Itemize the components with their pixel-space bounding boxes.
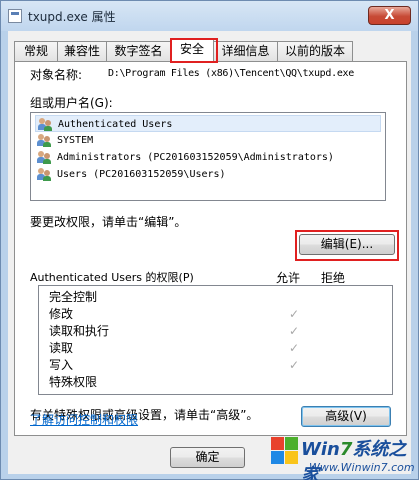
- watermark-url: Www.Winwin7.com: [309, 461, 415, 474]
- list-item-label: Authenticated Users: [58, 119, 173, 130]
- windows-logo-icon: [269, 435, 299, 465]
- window-title: txupd.exe 属性: [28, 10, 116, 24]
- groups-label: 组或用户名(G):: [30, 96, 113, 110]
- title-bar[interactable]: txupd.exe 属性 X: [1, 1, 418, 31]
- check-icon: ✓: [289, 358, 300, 372]
- dialog-client: 常规 兼容性 数字签名 安全 详细信息 以前的版本 对象名称: D:\Progr…: [8, 31, 411, 474]
- permission-modify: 修改: [49, 307, 74, 321]
- list-item[interactable]: SYSTEM: [35, 132, 381, 149]
- edit-button-highlight: [295, 230, 399, 261]
- close-button[interactable]: X: [368, 6, 411, 25]
- allow-column-header: 允许: [276, 271, 301, 285]
- list-item-label: Administrators (PC201603152059\Administr…: [57, 152, 334, 163]
- permission-full-control: 完全控制: [49, 290, 98, 304]
- tab-compatibility[interactable]: 兼容性: [57, 41, 107, 61]
- list-item[interactable]: Administrators (PC201603152059\Administr…: [35, 149, 381, 166]
- tab-digital-signatures[interactable]: 数字签名: [106, 41, 171, 61]
- users-group-icon: [37, 168, 53, 181]
- groups-listbox[interactable]: Authenticated Users SYSTEM Administrator…: [30, 112, 386, 201]
- check-icon: ✓: [289, 307, 300, 321]
- users-group-icon: [38, 118, 54, 131]
- properties-window: txupd.exe 属性 X 常规 兼容性 数字签名 安全 详细信息 以前的版本…: [0, 0, 419, 480]
- site-watermark: Win7系统之家 Www.Winwin7.com: [269, 431, 417, 480]
- object-name-value: D:\Program Files (x86)\Tencent\QQ\txupd.…: [108, 68, 354, 79]
- change-hint: 要更改权限，请单击“编辑”。: [30, 215, 187, 229]
- advanced-button[interactable]: 高级(V): [301, 406, 391, 427]
- permission-read: 读取: [49, 341, 74, 355]
- watermark-brand-seven: 7: [339, 439, 353, 460]
- list-item[interactable]: Authenticated Users: [35, 115, 381, 132]
- check-icon: ✓: [289, 324, 300, 338]
- list-item[interactable]: Users (PC201603152059\Users): [35, 166, 381, 183]
- tab-general[interactable]: 常规: [14, 41, 58, 61]
- watermark-brand-prefix: Win: [301, 439, 340, 460]
- permission-special: 特殊权限: [49, 375, 98, 389]
- list-item-label: SYSTEM: [57, 135, 94, 146]
- security-tab-highlight: [170, 38, 218, 63]
- permissions-list[interactable]: 完全控制 修改 ✓ 读取和执行 ✓ 读取 ✓ 写入 ✓ 特殊权限: [38, 285, 393, 395]
- access-control-link[interactable]: 了解访问控制和权限: [30, 411, 138, 428]
- deny-column-header: 拒绝: [321, 271, 346, 285]
- permissions-header: Authenticated Users 的权限(P): [30, 271, 194, 284]
- permission-write: 写入: [49, 358, 74, 372]
- app-icon: [8, 9, 22, 23]
- users-group-icon: [37, 151, 53, 164]
- permission-read-execute: 读取和执行: [49, 324, 110, 338]
- object-name-label: 对象名称:: [30, 68, 83, 82]
- check-icon: ✓: [289, 341, 300, 355]
- ok-button[interactable]: 确定: [170, 447, 245, 468]
- tab-details[interactable]: 详细信息: [213, 41, 278, 61]
- users-group-icon: [37, 134, 53, 147]
- list-item-label: Users (PC201603152059\Users): [57, 169, 226, 180]
- tab-previous-versions[interactable]: 以前的版本: [277, 41, 353, 61]
